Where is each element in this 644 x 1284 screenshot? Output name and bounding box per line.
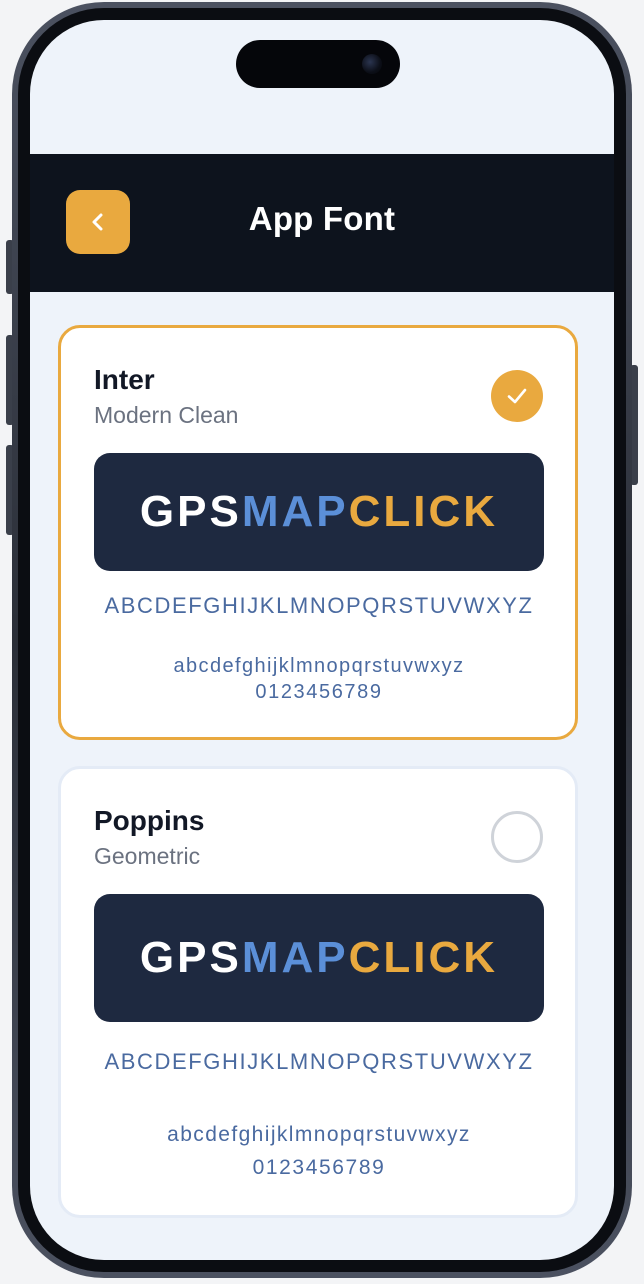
unselected-radio[interactable] (491, 811, 543, 863)
dynamic-island (236, 40, 400, 88)
selected-radio[interactable] (491, 370, 543, 422)
font-option-inter[interactable]: Inter Modern Clean GPS MAP CLICK ABCDEFGHI… (58, 325, 578, 740)
font-preview-banner: GPS MAP CLICK (94, 894, 544, 1022)
lowercase-sample: abcdefghijklmnopqrstuvwxyz (167, 1123, 471, 1146)
uppercase-sample: ABCDEFGHIJKLMNOPQRSTUVWXYZ (104, 593, 534, 618)
lowercase-sample: abcdefghijklmnopqrstuvwxyz (173, 655, 465, 677)
font-name: Poppins (94, 805, 205, 836)
preview-text-map: MAP (241, 933, 349, 982)
font-style-label: Modern Clean (94, 402, 239, 428)
preview-text-map: MAP (241, 487, 349, 536)
preview-text-gps: GPS (139, 933, 242, 982)
digits-sample: 0123456789 (255, 681, 383, 703)
font-style-label: Geometric (94, 843, 201, 869)
app-header: App Font (30, 154, 614, 292)
font-name: Inter (94, 364, 155, 395)
check-icon (507, 388, 527, 404)
phone-bezel: App Font Inter Modern Clean GPS MAP CLICK … (18, 8, 626, 1272)
font-option-poppins[interactable]: Poppins Geometric GPS MAP CLICK ABCDEFGHIJ… (58, 766, 578, 1218)
phone-frame: App Font Inter Modern Clean GPS MAP CLICK … (12, 2, 632, 1278)
device-stage: App Font Inter Modern Clean GPS MAP CLICK … (0, 0, 644, 1284)
digits-sample: 0123456789 (252, 1156, 386, 1179)
uppercase-sample: ABCDEFGHIJKLMNOPQRSTUVWXYZ (104, 1049, 534, 1074)
preview-text-click: CLICK (348, 487, 499, 536)
camera-icon (362, 54, 382, 74)
preview-text-click: CLICK (348, 933, 499, 982)
page-title: App Font (248, 200, 396, 237)
preview-text-gps: GPS (139, 487, 242, 536)
phone-screen: App Font Inter Modern Clean GPS MAP CLICK … (30, 20, 614, 1260)
font-preview-banner: GPS MAP CLICK (94, 453, 544, 571)
